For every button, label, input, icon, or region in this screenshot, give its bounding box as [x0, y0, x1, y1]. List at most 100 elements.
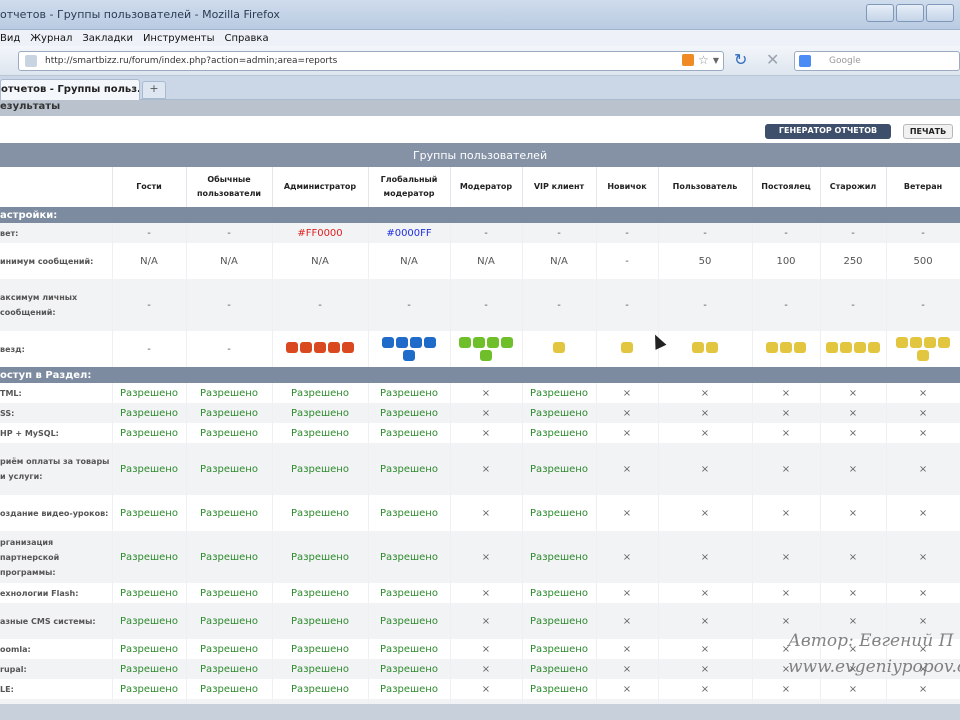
- cell-value: ×: [700, 387, 710, 399]
- cell-value: ×: [481, 643, 491, 655]
- table-cell: #0000FF: [368, 223, 451, 243]
- rank-star-icon: [286, 342, 298, 353]
- table-cell: ×: [658, 679, 753, 699]
- watermark-line-1: Автор: Евгений П: [788, 631, 954, 651]
- report-actions: ГЕНЕРАТОР ОТЧЕТОВ ПЕЧАТЬ: [0, 122, 960, 142]
- menu-item[interactable]: Закладки: [82, 33, 133, 44]
- table-cell: Разрешено: [368, 679, 451, 699]
- cell-value: N/A: [550, 255, 568, 267]
- section-row: оступ в Раздел:: [0, 367, 960, 383]
- cell-value: Разрешено: [530, 507, 588, 519]
- column-header[interactable]: Гости: [112, 167, 187, 207]
- cell-value: ×: [781, 387, 791, 399]
- column-header[interactable]: Глобальный модератор: [368, 167, 451, 207]
- table-cell: Разрешено: [112, 679, 187, 699]
- table-cell: Разрешено: [112, 531, 187, 583]
- new-tab-button[interactable]: +: [142, 81, 166, 99]
- print-button[interactable]: ПЕЧАТЬ: [903, 124, 953, 139]
- table-cell: ×: [450, 679, 523, 699]
- table-cell: ×: [658, 383, 753, 403]
- rank-star-icon: [410, 337, 422, 348]
- table-cell: Разрешено: [522, 383, 597, 403]
- cell-value: ×: [781, 683, 791, 695]
- column-header[interactable]: Постоялец: [752, 167, 821, 207]
- cell-value: Разрешено: [200, 427, 258, 439]
- cell-value: -: [147, 227, 151, 239]
- table-cell: ×: [886, 583, 960, 603]
- cell-value: -: [625, 255, 629, 267]
- table-cell: Разрешено: [522, 583, 597, 603]
- maximize-button[interactable]: [896, 4, 924, 22]
- cell-value: Разрешено: [530, 643, 588, 655]
- table-cell: ×: [596, 443, 659, 495]
- column-header[interactable]: Обычные пользователи: [186, 167, 273, 207]
- tab-bar: отчетов - Группы польз... +: [0, 76, 960, 100]
- table-cell: -: [752, 223, 821, 243]
- search-engine-icon[interactable]: [799, 55, 811, 67]
- results-header: езультаты: [0, 100, 960, 116]
- table-cell: ×: [752, 423, 821, 443]
- table-cell: [450, 331, 523, 367]
- column-header[interactable]: Модератор: [450, 167, 523, 207]
- column-header[interactable]: Пользователь: [658, 167, 753, 207]
- cell-value: Разрешено: [530, 587, 588, 599]
- cell-value: -: [227, 299, 231, 311]
- cell-value: ×: [918, 407, 928, 419]
- cell-value: ×: [700, 643, 710, 655]
- cell-value: ×: [848, 551, 858, 563]
- cell-value: Разрешено: [530, 387, 588, 399]
- rss-icon[interactable]: [682, 54, 695, 66]
- column-header[interactable]: VIP клиент: [522, 167, 597, 207]
- table-cell: -: [112, 331, 187, 367]
- menu-item[interactable]: Вид: [0, 33, 20, 44]
- cell-value: ×: [481, 683, 491, 695]
- rank-star-icon: [328, 342, 340, 353]
- column-header[interactable]: Новичок: [596, 167, 659, 207]
- chevron-down-icon[interactable]: ▼: [713, 56, 719, 65]
- rank-stars: [378, 337, 440, 361]
- table-cell: Разрешено: [522, 531, 597, 583]
- table-cell: ×: [752, 531, 821, 583]
- table-cell: Разрешено: [522, 603, 597, 639]
- column-header-empty: [0, 167, 113, 207]
- rank-star-icon: [868, 342, 880, 353]
- menu-item[interactable]: Инструменты: [143, 33, 215, 44]
- table-cell: ×: [820, 383, 887, 403]
- table-cell: Разрешено: [272, 531, 369, 583]
- cell-value: Разрешено: [120, 551, 178, 563]
- table-cell: N/A: [186, 243, 273, 279]
- report-generator-button[interactable]: ГЕНЕРАТОР ОТЧЕТОВ: [765, 124, 891, 139]
- cell-value: Разрешено: [530, 615, 588, 627]
- rank-star-icon: [917, 350, 930, 361]
- menu-item[interactable]: Журнал: [30, 33, 72, 44]
- cell-value: ×: [918, 551, 928, 563]
- stop-icon[interactable]: ✕: [766, 52, 779, 68]
- column-header[interactable]: Администратор: [272, 167, 369, 207]
- table-cell: ×: [820, 495, 887, 531]
- table-row: HP + MySQL: Разрешено Разрешено Разрешено Ра…: [0, 423, 960, 443]
- bookmark-star-icon[interactable]: ☆: [698, 54, 709, 66]
- minimize-button[interactable]: [866, 4, 894, 22]
- row-label: везд:: [0, 331, 113, 367]
- table-cell: Разрешено: [186, 383, 273, 403]
- column-header[interactable]: Старожил: [820, 167, 887, 207]
- cell-value: 50: [698, 255, 712, 267]
- table-cell: Разрешено: [272, 583, 369, 603]
- cell-value: Разрешено: [200, 551, 258, 563]
- search-input[interactable]: Google: [794, 51, 960, 71]
- table-cell: Разрешено: [272, 495, 369, 531]
- address-bar[interactable]: http://smartbizz.ru/forum/index.php?acti…: [18, 51, 724, 71]
- table-cell: ×: [820, 531, 887, 583]
- table-cell: 250: [820, 243, 887, 279]
- close-button[interactable]: [926, 4, 954, 22]
- rank-star-icon: [938, 337, 951, 348]
- tab-reports[interactable]: отчетов - Группы польз...: [0, 79, 140, 100]
- table-cell: Разрешено: [186, 679, 273, 699]
- column-header[interactable]: Ветеран: [886, 167, 960, 207]
- reload-icon[interactable]: ↻: [734, 52, 747, 68]
- rank-stars: [455, 337, 517, 361]
- cell-value: Разрешено: [120, 463, 178, 475]
- menu-item[interactable]: Справка: [225, 33, 269, 44]
- table-cell: -: [112, 279, 187, 331]
- cell-value: Разрешено: [120, 427, 178, 439]
